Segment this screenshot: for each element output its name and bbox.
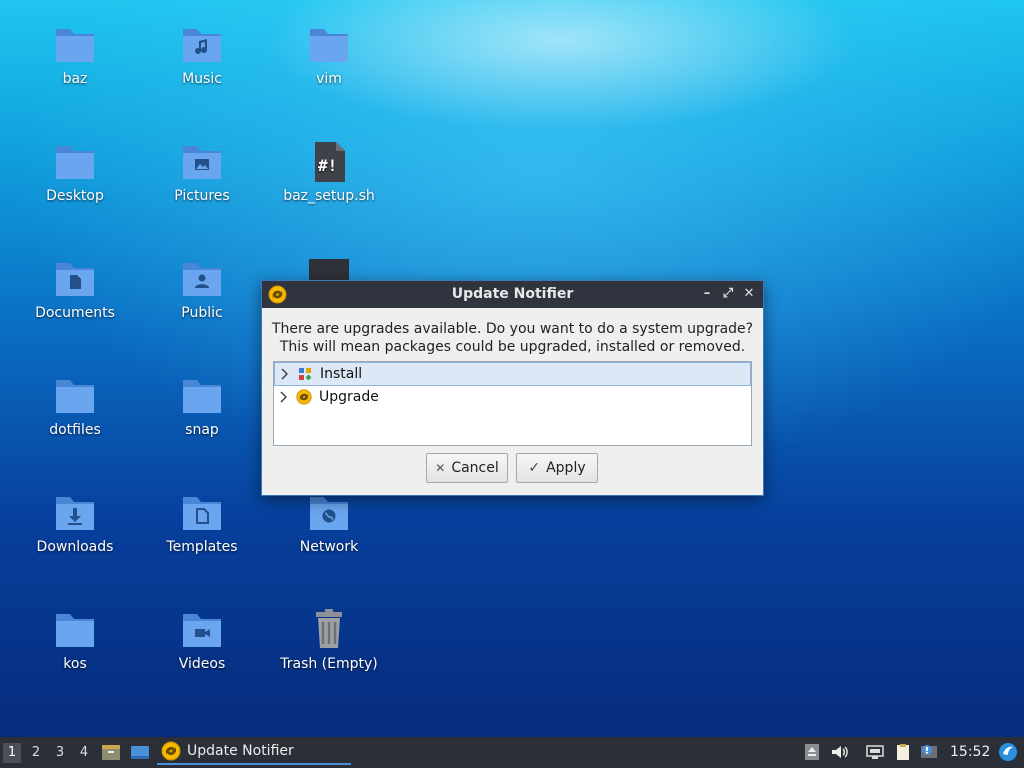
desktop-icon-label: Videos [178, 656, 226, 672]
apply-button-label: Apply [546, 460, 586, 476]
trash-icon [307, 608, 351, 652]
desktop-icon-label: baz_setup.sh [283, 188, 375, 204]
workspace-1[interactable]: 1 [3, 743, 21, 763]
maximize-button[interactable]: ⤢ [719, 285, 737, 303]
desktop-icon-label: Downloads [36, 539, 114, 555]
desktop-icon-label: Pictures [174, 188, 230, 204]
desktop-icon-templates[interactable]: Templates [147, 491, 257, 555]
folder-icon [307, 23, 351, 67]
folder-icon [53, 140, 97, 184]
close-icon: ✕ [435, 461, 446, 475]
chevron-right-icon[interactable] [278, 390, 290, 404]
desktop-icon-network[interactable]: Network [274, 491, 384, 555]
desktop-icon-label: Desktop [46, 188, 104, 204]
tree-item-upgrade[interactable]: Upgrade [274, 386, 751, 410]
apply-button[interactable]: ✓ Apply [516, 453, 598, 483]
pictures-folder-icon [180, 140, 224, 184]
taskbar-task-update-notifier[interactable]: Update Notifier [157, 739, 351, 765]
folder-icon [180, 374, 224, 418]
dialog-titlebar[interactable]: Update Notifier – ⤢ ✕ [262, 281, 763, 308]
network-folder-icon [307, 491, 351, 535]
desktop-icon-label: Templates [166, 539, 238, 555]
cancel-button[interactable]: ✕ Cancel [426, 453, 508, 483]
desktop-icon-label: baz [62, 71, 88, 87]
upgrade-icon [296, 389, 312, 405]
desktop-icon-documents[interactable]: Documents [20, 257, 130, 321]
message-line-1: There are upgrades available. Do you wan… [271, 321, 754, 337]
dialog-title: Update Notifier [451, 286, 574, 302]
folder-icon [53, 23, 97, 67]
desktop-icon-pictures[interactable]: Pictures [147, 140, 257, 204]
desktop-icon-kos[interactable]: kos [20, 608, 130, 672]
tree-item-label: Install [320, 366, 363, 382]
desktop-icon-snap[interactable]: snap [147, 374, 257, 438]
workspace-4[interactable]: 4 [75, 743, 93, 763]
cancel-button-label: Cancel [451, 460, 499, 476]
clipboard-icon[interactable] [894, 743, 912, 761]
desktop-icon-label: Music [182, 71, 222, 87]
main-menu-icon[interactable] [998, 742, 1018, 762]
task-label: Update Notifier [187, 743, 294, 759]
desktop-icon-label: Public [181, 305, 223, 321]
folder-icon [53, 608, 97, 652]
shell-script-icon: #! [307, 140, 351, 184]
dialog-message: There are upgrades available. Do you wan… [262, 320, 763, 356]
install-icon [297, 366, 313, 382]
clock[interactable]: 15:52 [950, 744, 990, 760]
desktop-icon-videos[interactable]: Videos [147, 608, 257, 672]
desktop-icon-label: Network [299, 539, 359, 555]
downloads-folder-icon [53, 491, 97, 535]
update-notifier-dialog: Update Notifier – ⤢ ✕ There are upgrades… [261, 280, 764, 496]
desktop-icon-label: snap [185, 422, 219, 438]
update-notifier-icon [161, 741, 181, 761]
close-button[interactable]: ✕ [740, 285, 758, 303]
svg-text:#!: #! [318, 156, 337, 175]
eject-icon[interactable] [803, 743, 821, 761]
workspace-2[interactable]: 2 [27, 743, 45, 763]
chevron-right-icon[interactable] [279, 367, 291, 381]
show-desktop-icon[interactable] [130, 742, 150, 762]
desktop-icon-music[interactable]: Music [147, 23, 257, 87]
desktop-icon-downloads[interactable]: Downloads [20, 491, 130, 555]
desktop-icon-dotfiles[interactable]: dotfiles [20, 374, 130, 438]
update-notification-icon[interactable] [920, 743, 938, 761]
desktop-icon-desktop[interactable]: Desktop [20, 140, 130, 204]
public-folder-icon [180, 257, 224, 301]
taskbar: 1 2 3 4 Update Notifier 15:52 [0, 737, 1024, 768]
checkmark-icon: ✓ [528, 460, 541, 476]
desktop-icon-baz-setup[interactable]: #! baz_setup.sh [274, 140, 384, 204]
desktop-icon-label: Documents [35, 305, 115, 321]
desktop-icon-public[interactable]: Public [147, 257, 257, 321]
desktop-icon-label: dotfiles [49, 422, 101, 438]
desktop-icon-trash[interactable]: Trash (Empty) [274, 608, 384, 672]
volume-icon[interactable] [830, 743, 848, 761]
tree-item-install[interactable]: Install [274, 362, 751, 386]
folder-icon [53, 374, 97, 418]
desktop-icon-baz[interactable]: baz [20, 23, 130, 87]
workspace-3[interactable]: 3 [51, 743, 69, 763]
desktop-icon-label: kos [63, 656, 87, 672]
file-manager-launcher-icon[interactable] [101, 742, 121, 762]
music-folder-icon [180, 23, 224, 67]
desktop-icon-label: vim [316, 71, 342, 87]
message-line-2: This will mean packages could be upgrade… [279, 339, 746, 355]
minimize-button[interactable]: – [698, 285, 716, 303]
network-icon[interactable] [866, 743, 884, 761]
tree-item-label: Upgrade [319, 389, 379, 405]
videos-folder-icon [180, 608, 224, 652]
templates-folder-icon [180, 491, 224, 535]
documents-folder-icon [53, 257, 97, 301]
desktop-icon-label: Trash (Empty) [280, 656, 378, 672]
package-tree[interactable]: Install Upgrade [273, 361, 752, 446]
desktop-icon-vim[interactable]: vim [274, 23, 384, 87]
